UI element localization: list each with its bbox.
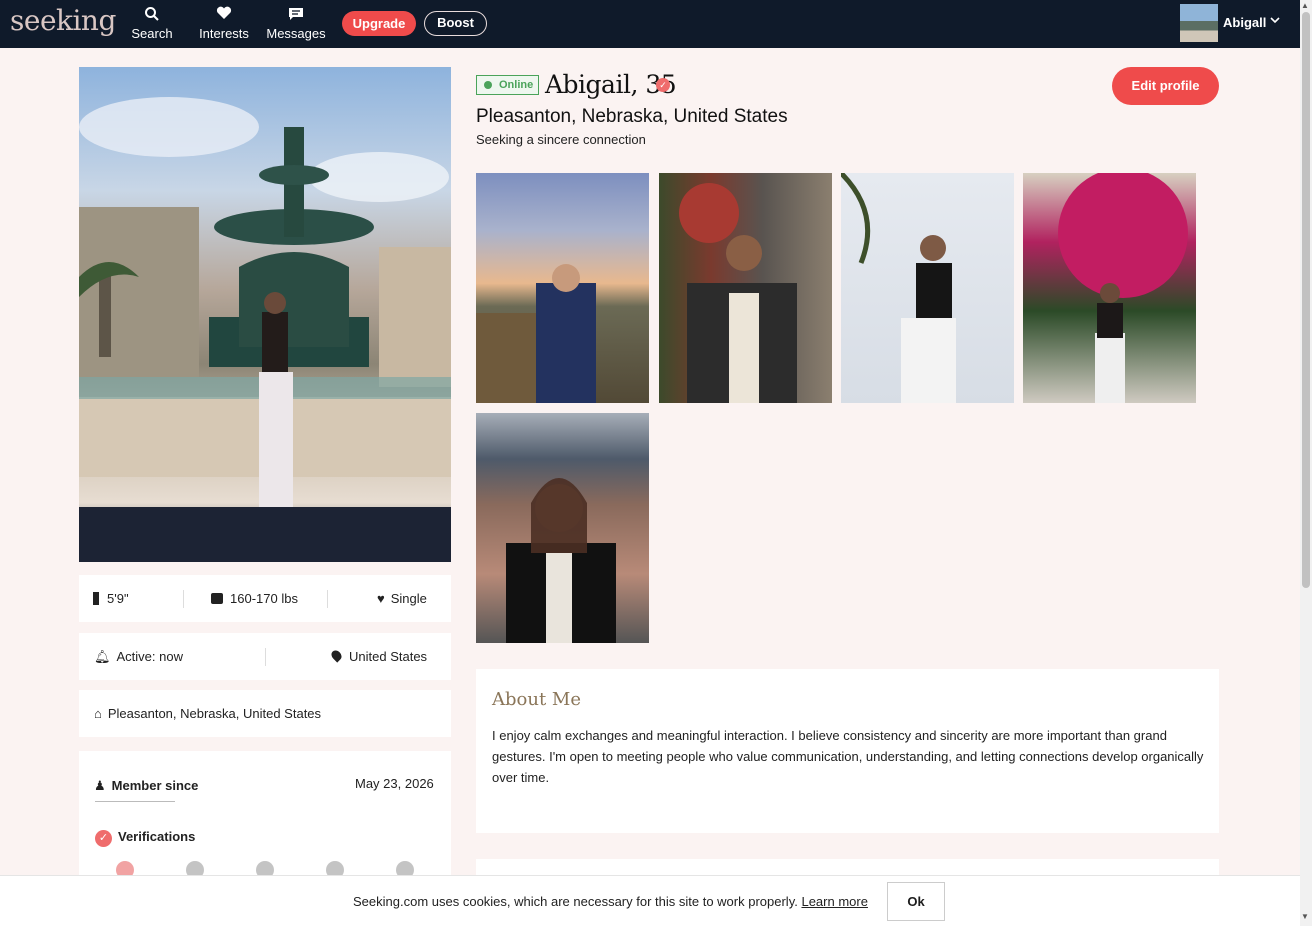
scrollbar[interactable]: ▲ ▼ bbox=[1300, 0, 1312, 926]
cookie-banner: Seeking.com uses cookies, which are nece… bbox=[0, 875, 1300, 926]
verified-badge-icon: ✓ bbox=[95, 830, 112, 847]
height-stat: 5'9" bbox=[93, 591, 129, 606]
heart-icon bbox=[189, 6, 259, 26]
divider bbox=[265, 648, 266, 666]
online-label: Online bbox=[499, 79, 534, 91]
profile-location: Pleasanton, Nebraska, United States bbox=[476, 106, 788, 127]
search-icon bbox=[117, 6, 187, 26]
hometown-stat: ⌂ Pleasanton, Nebraska, United States bbox=[94, 706, 321, 721]
divider bbox=[95, 801, 175, 802]
about-me-card: About Me I enjoy calm exchanges and mean… bbox=[476, 669, 1219, 833]
active-value: Active: now bbox=[116, 649, 183, 664]
photo-thumbnail[interactable] bbox=[476, 173, 649, 403]
location-pin-icon bbox=[329, 648, 344, 663]
stats-card-activity: 🔔︎ Active: now United States bbox=[79, 633, 451, 680]
scroll-thumb[interactable] bbox=[1302, 12, 1310, 588]
boost-button[interactable]: Boost bbox=[424, 11, 487, 36]
home-icon: ⌂ bbox=[94, 706, 102, 721]
profile-tagline: Seeking a sincere connection bbox=[476, 132, 646, 147]
about-title: About Me bbox=[492, 689, 581, 710]
photo-thumbnail[interactable] bbox=[1023, 173, 1196, 403]
seeking-logo[interactable]: seeking bbox=[10, 4, 116, 37]
online-dot-icon bbox=[484, 81, 492, 89]
main-profile-photo[interactable] bbox=[79, 67, 451, 562]
heart-icon: ♥ bbox=[377, 591, 385, 606]
relationship-value: Single bbox=[390, 591, 427, 606]
hometown-value: Pleasanton, Nebraska, United States bbox=[107, 706, 322, 721]
scroll-up-icon[interactable]: ▲ bbox=[1301, 1, 1309, 10]
nav-interests[interactable]: Interests bbox=[189, 6, 259, 41]
edit-profile-button[interactable]: Edit profile bbox=[1112, 67, 1219, 105]
hometown-card: ⌂ Pleasanton, Nebraska, United States bbox=[79, 690, 451, 737]
person-icon: ♟ bbox=[94, 778, 106, 793]
verified-check-icon: ✓ bbox=[656, 78, 670, 92]
avatar[interactable] bbox=[1180, 4, 1218, 42]
cookie-message: Seeking.com uses cookies, which are nece… bbox=[353, 894, 868, 909]
message-icon bbox=[261, 6, 331, 26]
cookie-text: Seeking.com uses cookies, which are nece… bbox=[353, 894, 798, 909]
divider bbox=[327, 590, 328, 608]
weight-stat: 160-170 lbs bbox=[211, 591, 298, 606]
verifications-label: Verifications bbox=[118, 829, 196, 844]
country-value: United States bbox=[349, 649, 428, 664]
photo-thumbnail[interactable] bbox=[659, 173, 832, 403]
online-status-badge: Online bbox=[476, 75, 539, 95]
stats-card-basic: 5'9" 160-170 lbs ♥ Single bbox=[79, 575, 451, 622]
verifications: ✓ Verifications bbox=[95, 829, 195, 847]
top-nav: seeking Search Interests Messages Upgrad… bbox=[0, 0, 1300, 48]
bell-icon: 🔔︎ bbox=[94, 649, 111, 664]
user-name[interactable]: Abigall bbox=[1223, 15, 1266, 30]
country-stat: United States bbox=[329, 648, 428, 664]
cookie-ok-button[interactable]: Ok bbox=[887, 882, 945, 921]
upgrade-button[interactable]: Upgrade bbox=[342, 11, 416, 36]
scale-icon bbox=[211, 593, 223, 604]
learn-more-link[interactable]: Learn more bbox=[801, 894, 867, 909]
nav-interests-label: Interests bbox=[199, 26, 249, 41]
relationship-stat: ♥ Single bbox=[377, 591, 427, 606]
scroll-down-icon[interactable]: ▼ bbox=[1301, 912, 1309, 921]
about-text: I enjoy calm exchanges and meaningful in… bbox=[492, 728, 1204, 785]
nav-messages[interactable]: Messages bbox=[261, 6, 331, 41]
height-value: 5'9" bbox=[107, 591, 129, 606]
divider bbox=[183, 590, 184, 608]
active-stat: 🔔︎ Active: now bbox=[94, 649, 183, 665]
nav-search-label: Search bbox=[131, 26, 173, 41]
member-since-date: May 23, 2026 bbox=[355, 776, 434, 791]
member-since: ♟ Member since bbox=[94, 778, 198, 794]
nav-messages-label: Messages bbox=[266, 26, 326, 41]
photo-thumbnail[interactable] bbox=[476, 413, 649, 643]
nav-search[interactable]: Search bbox=[117, 6, 187, 41]
member-since-label: Member since bbox=[111, 778, 199, 793]
weight-value: 160-170 lbs bbox=[230, 591, 298, 606]
photo-thumbnail[interactable] bbox=[841, 173, 1014, 403]
ruler-icon bbox=[93, 592, 99, 605]
chevron-down-icon[interactable] bbox=[1270, 13, 1280, 28]
